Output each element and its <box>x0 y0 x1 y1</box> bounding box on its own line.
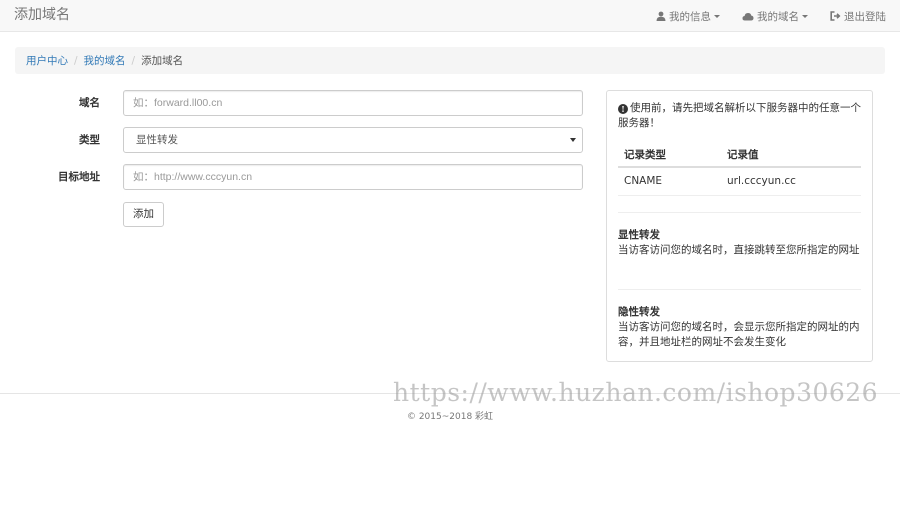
table-header-record-type: 记录类型 <box>618 143 721 168</box>
target-label: 目标地址 <box>58 171 100 183</box>
breadcrumb: 用户中心 / 我的域名 / 添加域名 <box>15 47 885 74</box>
explicit-title: 显性转发 <box>618 229 660 241</box>
watermark: https://www.huzhan.com/ishop30626 <box>393 378 879 407</box>
chevron-down-icon <box>802 14 808 18</box>
table-header-record-value: 记录值 <box>721 143 861 168</box>
nav-my-info-label: 我的信息 <box>669 10 711 23</box>
nav-my-domains[interactable]: 我的域名 <box>742 9 808 24</box>
breadcrumb-separator: / <box>131 54 136 67</box>
nav-logout[interactable]: 退出登陆 <box>830 9 886 24</box>
explicit-section: 显性转发 当访客访问您的域名时，直接跳转至您所指定的网址 <box>618 228 861 258</box>
explicit-desc: 当访客访问您的域名时，直接跳转至您所指定的网址 <box>618 244 860 256</box>
nav-my-info[interactable]: 我的信息 <box>656 9 720 24</box>
implicit-title: 隐性转发 <box>618 306 660 318</box>
navbar: 添加域名 我的信息 我的域名 退出登陆 <box>0 0 900 32</box>
info-panel: ! 使用前，请先把域名解析以下服务器中的任意一个服务器！ 记录类型 记录值 CNA… <box>606 90 873 362</box>
domain-input[interactable] <box>123 90 583 116</box>
type-select-value: 显性转发 <box>136 134 178 146</box>
breadcrumb-user-center[interactable]: 用户中心 <box>26 53 68 68</box>
cloud-icon <box>742 12 754 21</box>
record-table: 记录类型 记录值 CNAME url.cccyun.cc <box>618 143 861 196</box>
table-row: CNAME url.cccyun.cc <box>618 167 861 196</box>
usage-tip: ! 使用前，请先把域名解析以下服务器中的任意一个服务器！ <box>618 101 861 131</box>
target-row: 目标地址 <box>0 164 600 190</box>
nav-logout-label: 退出登陆 <box>844 10 886 23</box>
table-header-row: 记录类型 记录值 <box>618 143 861 168</box>
type-label: 类型 <box>79 134 100 146</box>
info-icon: ! <box>618 104 628 114</box>
divider <box>618 289 861 290</box>
implicit-section: 隐性转发 当访客访问您的域名时，会显示您所指定的网址的内容，并且地址栏的网址不会… <box>618 305 861 350</box>
implicit-desc: 当访客访问您的域名时，会显示您所指定的网址的内容，并且地址栏的网址不会发生变化 <box>618 321 860 348</box>
record-type-cell: CNAME <box>618 167 721 196</box>
type-select[interactable]: 显性转发 <box>123 127 583 153</box>
divider <box>618 212 861 213</box>
breadcrumb-separator: / <box>74 54 78 67</box>
brand-title[interactable]: 添加域名 <box>14 4 70 24</box>
domain-row: 域名 <box>0 90 600 116</box>
nav-my-domains-label: 我的域名 <box>757 10 799 23</box>
logout-icon <box>830 11 841 21</box>
select-arrow-icon <box>570 138 576 142</box>
type-row: 类型 显性转发 <box>0 127 600 153</box>
chevron-down-icon <box>714 14 720 18</box>
usage-tip-text: 使用前，请先把域名解析以下服务器中的任意一个服务器！ <box>618 102 861 129</box>
record-value-cell: url.cccyun.cc <box>721 167 861 196</box>
footer-copyright: © 2015~2018 彩虹 <box>406 412 494 422</box>
breadcrumb-current: 添加域名 <box>141 55 184 67</box>
navbar-menu: 我的信息 我的域名 退出登陆 <box>634 0 886 32</box>
domain-label: 域名 <box>79 97 100 109</box>
add-button[interactable]: 添加 <box>123 202 164 227</box>
target-url-input[interactable] <box>123 164 583 190</box>
breadcrumb-my-domains[interactable]: 我的域名 <box>84 53 126 68</box>
user-icon <box>656 11 666 21</box>
